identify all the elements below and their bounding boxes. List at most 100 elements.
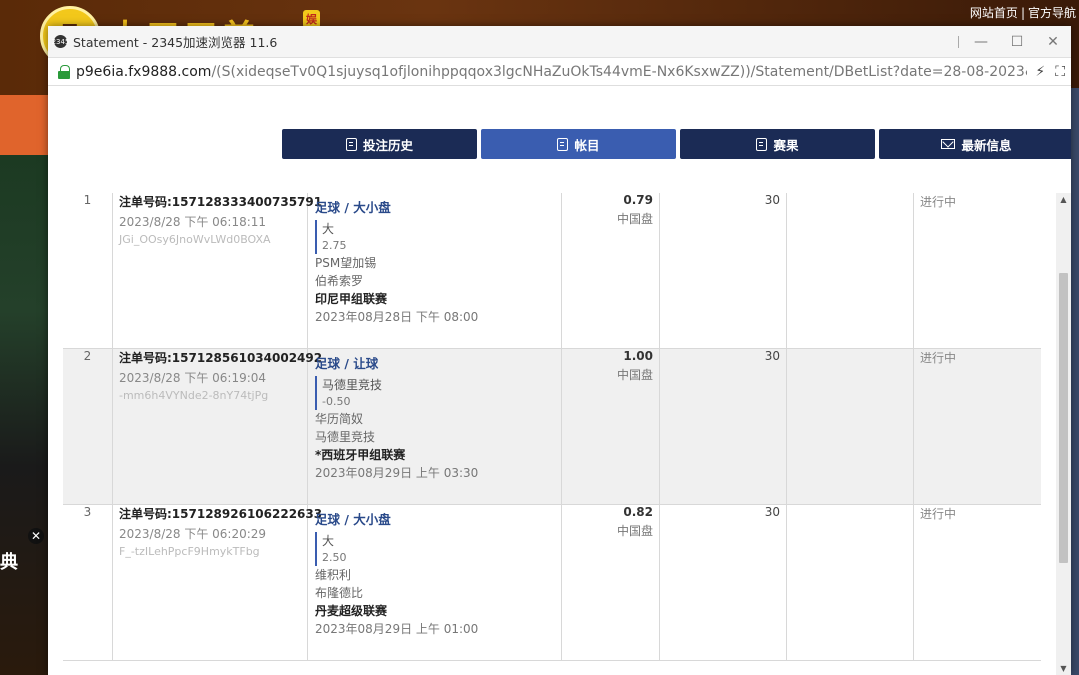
- win-loss-cell: [787, 193, 914, 348]
- url-path: /(S(xideqseTv0Q1sjuysq1ofjlonihppqqox3lg…: [211, 63, 1028, 80]
- bg-nav-home[interactable]: 网站首页: [967, 6, 1021, 20]
- browser-logo-icon: 2345: [52, 35, 69, 48]
- status-cell: 进行中: [914, 193, 1041, 348]
- stake-cell: 30: [660, 505, 787, 660]
- table-row: 1 注单号码:157128333400735791 2023/8/28 下午 0…: [63, 193, 1041, 349]
- home-team: 维积利: [315, 568, 352, 582]
- mail-icon: [941, 139, 956, 149]
- window-title: Statement - 2345加速浏览器 11.6: [73, 35, 278, 50]
- status-text: 进行中: [920, 507, 957, 521]
- odds-value: 1.00: [623, 349, 653, 363]
- minimize-icon[interactable]: —: [963, 34, 999, 50]
- statement-tabs: 投注历史 帐目 赛果 最新信息: [282, 129, 1071, 159]
- order-time: 2023/8/28 下午 06:20:29: [119, 527, 267, 541]
- vertical-scrollbar[interactable]: ▲ ▼: [1056, 193, 1071, 675]
- odds-type: 中国盘: [616, 212, 653, 226]
- maximize-icon[interactable]: ☐: [999, 34, 1035, 50]
- page-content: 投注历史 帐目 赛果 最新信息 1 注单号码:15712833340073579…: [48, 87, 1071, 675]
- tab-label: 帐目: [574, 137, 600, 153]
- odds-cell: 0.82 中国盘: [562, 505, 660, 660]
- handicap: 2.75: [322, 239, 347, 252]
- win-loss-cell: [787, 505, 914, 660]
- odds-value: 0.82: [623, 505, 653, 519]
- order-time: 2023/8/28 下午 06:18:11: [119, 215, 267, 229]
- bg-orange-strip: [0, 95, 48, 155]
- lightning-icon[interactable]: ⚡: [1035, 64, 1045, 80]
- screenshot-icon[interactable]: ⛶: [1055, 64, 1065, 80]
- selection-block: 大 2.50: [315, 532, 561, 566]
- bg-nav: 网站首页 | 官方导航: [967, 4, 1079, 21]
- tab-bet-history[interactable]: 投注历史: [282, 129, 477, 159]
- status-text: 进行中: [920, 351, 957, 365]
- ledger-icon: [557, 137, 569, 151]
- odds-value: 0.79: [623, 193, 653, 207]
- stake-value: 30: [764, 505, 780, 519]
- match-time: 2023年08月29日 上午 01:00: [315, 622, 479, 636]
- selection: 大: [322, 222, 335, 236]
- league: 丹麦超级联赛: [315, 604, 388, 618]
- home-team: PSM望加锡: [315, 256, 377, 270]
- bg-gold-text: 典: [0, 552, 18, 573]
- results-icon: [756, 137, 768, 151]
- away-team: 马德里竞技: [315, 430, 376, 444]
- order-number: 注单号码:157128926106222633: [119, 507, 323, 521]
- status-cell: 进行中: [914, 505, 1041, 660]
- address-bar[interactable]: p9e6ia.fx9888.com/(S(xideqseTv0Q1sjuysq1…: [48, 58, 1071, 86]
- bet-table: 1 注单号码:157128333400735791 2023/8/28 下午 0…: [63, 193, 1041, 675]
- bg-close-icon[interactable]: ✕: [28, 528, 44, 544]
- status-text: 进行中: [920, 195, 957, 209]
- table-row: 2 注单号码:157128561034002492 2023/8/28 下午 0…: [63, 349, 1041, 505]
- scrollbar-thumb[interactable]: [1059, 273, 1068, 563]
- order-code: F_-tzILehPpcF9HmykTFbg: [119, 545, 260, 558]
- stake-value: 30: [764, 193, 780, 207]
- browser-window: 2345 Statement - 2345加速浏览器 11.6 — ☐ ✕ p9…: [48, 26, 1071, 675]
- bet-type: 足球 / 让球: [315, 356, 379, 371]
- scroll-down-icon[interactable]: ▼: [1059, 664, 1068, 673]
- tab-latest-info[interactable]: 最新信息: [879, 129, 1071, 159]
- row-number: 2: [63, 349, 113, 504]
- lock-icon[interactable]: [58, 64, 70, 79]
- tab-results[interactable]: 赛果: [680, 129, 875, 159]
- bet-cell: 足球 / 让球 马德里竞技 -0.50 华历简奴 马德里竞技 *西班牙甲组联赛 …: [308, 349, 562, 504]
- bg-nav-official[interactable]: 官方导航: [1025, 6, 1079, 20]
- order-code: JGi_OOsy6JnoWvLWd0BOXA: [119, 233, 271, 246]
- close-icon[interactable]: ✕: [1035, 34, 1071, 50]
- bg-right-strip: [1070, 88, 1079, 675]
- odds-type: 中国盘: [616, 368, 653, 382]
- row-number: 1: [63, 193, 113, 348]
- url-host: p9e6ia.fx9888.com: [76, 63, 212, 80]
- league: *西班牙甲组联赛: [315, 448, 406, 462]
- status-cell: 进行中: [914, 349, 1041, 504]
- tab-account[interactable]: 帐目: [481, 129, 676, 159]
- table-row: 3 注单号码:157128926106222633 2023/8/28 下午 0…: [63, 505, 1041, 661]
- win-loss-cell: [787, 349, 914, 504]
- away-team: 布隆德比: [315, 586, 364, 600]
- order-number: 注单号码:157128333400735791: [119, 195, 323, 209]
- away-team: 伯希索罗: [315, 274, 364, 288]
- tab-label: 赛果: [773, 137, 799, 153]
- bg-left-banner: [0, 155, 48, 675]
- handicap: -0.50: [322, 395, 351, 408]
- order-cell: 注单号码:157128333400735791 2023/8/28 下午 06:…: [113, 193, 323, 348]
- stake-cell: 30: [660, 349, 787, 504]
- odds-cell: 0.79 中国盘: [562, 193, 660, 348]
- selection-block: 马德里竞技 -0.50: [315, 376, 561, 410]
- selection-block: 大 2.75: [315, 220, 561, 254]
- bet-type: 足球 / 大小盘: [315, 512, 391, 527]
- order-number: 注单号码:157128561034002492: [119, 351, 323, 365]
- odds-type: 中国盘: [616, 524, 653, 538]
- bet-cell: 足球 / 大小盘 大 2.50 维积利 布隆德比 丹麦超级联赛 2023年08月…: [308, 505, 562, 660]
- order-time: 2023/8/28 下午 06:19:04: [119, 371, 267, 385]
- bet-type: 足球 / 大小盘: [315, 200, 391, 215]
- odds-cell: 1.00 中国盘: [562, 349, 660, 504]
- title-bar: 2345 Statement - 2345加速浏览器 11.6 — ☐ ✕: [48, 26, 1071, 58]
- order-cell: 注单号码:157128561034002492 2023/8/28 下午 06:…: [113, 349, 323, 504]
- row-number: 3: [63, 505, 113, 660]
- tab-label: 最新信息: [961, 137, 1012, 153]
- url-text[interactable]: p9e6ia.fx9888.com/(S(xideqseTv0Q1sjuysq1…: [76, 64, 1027, 80]
- selection: 马德里竞技: [322, 378, 383, 392]
- handicap: 2.50: [322, 551, 347, 564]
- receipt-icon: [345, 137, 357, 151]
- bet-cell: 足球 / 大小盘 大 2.75 PSM望加锡 伯希索罗 印尼甲组联赛 2023年…: [308, 193, 562, 348]
- scroll-up-icon[interactable]: ▲: [1059, 195, 1068, 204]
